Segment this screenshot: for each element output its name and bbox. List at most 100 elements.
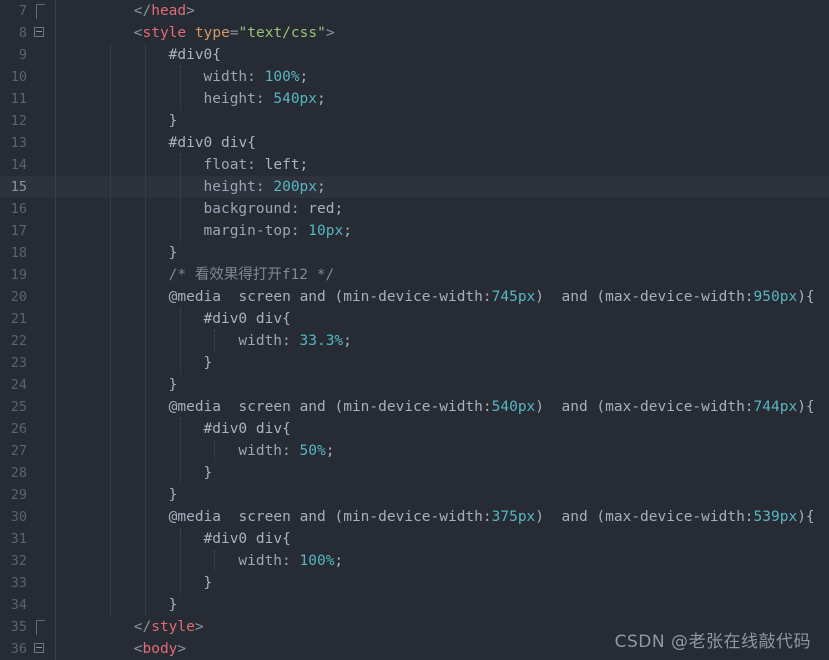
line-number-value: 17 bbox=[10, 223, 27, 239]
code-line[interactable]: 12} bbox=[0, 110, 829, 132]
code-line[interactable]: 9 #div0{ bbox=[0, 44, 829, 66]
token-prop: background: bbox=[203, 201, 309, 217]
code-line[interactable]: 34} bbox=[0, 594, 829, 616]
code-line[interactable]: 10 width: 100%; bbox=[0, 66, 829, 88]
line-number: 33 bbox=[0, 572, 30, 594]
fold-collapse-icon-glyph bbox=[34, 643, 44, 653]
line-number-value: 12 bbox=[10, 113, 27, 129]
line-number: 10 bbox=[0, 66, 30, 88]
line-number: 36 bbox=[0, 638, 30, 660]
code-line[interactable]: 17 margin-top: 10px; bbox=[0, 220, 829, 242]
token-val: 540px bbox=[273, 91, 318, 107]
code-text: } bbox=[64, 374, 829, 396]
fold-collapse-icon[interactable] bbox=[30, 638, 54, 660]
code-text: #div0 div{ bbox=[64, 308, 829, 330]
line-number-value: 9 bbox=[18, 47, 27, 63]
line-number-value: 32 bbox=[10, 553, 27, 569]
code-line[interactable]: 24} bbox=[0, 374, 829, 396]
token-brace: } bbox=[203, 575, 213, 591]
code-line[interactable]: 30 @media screen and (min-device-width:37… bbox=[0, 506, 829, 528]
line-number: 8 bbox=[0, 22, 30, 44]
code-line[interactable]: 15 height: 200px; bbox=[0, 176, 829, 198]
token-punct: </ bbox=[133, 619, 152, 635]
code-text: } bbox=[64, 572, 829, 594]
code-line[interactable]: 8 <style type="text/css"> bbox=[0, 22, 829, 44]
token-sel: #div0 div{ bbox=[168, 135, 256, 151]
line-number: 26 bbox=[0, 418, 30, 440]
line-number: 27 bbox=[0, 440, 30, 462]
line-number: 11 bbox=[0, 88, 30, 110]
token-plain: ; bbox=[343, 223, 352, 239]
code-line[interactable]: 14 float: left; bbox=[0, 154, 829, 176]
code-line[interactable]: 16 background: red; bbox=[0, 198, 829, 220]
token-val: 950px bbox=[753, 289, 798, 305]
token-brace: } bbox=[168, 113, 178, 129]
token-prop: float: bbox=[203, 157, 265, 173]
line-number-value: 10 bbox=[10, 69, 27, 85]
code-line[interactable]: 28} bbox=[0, 462, 829, 484]
code-line[interactable]: 22 width: 33.3%; bbox=[0, 330, 829, 352]
token-prop: margin-top: bbox=[203, 223, 309, 239]
token-punct: > bbox=[194, 619, 204, 635]
code-line[interactable]: 31 #div0 div{ bbox=[0, 528, 829, 550]
token-at: ){ bbox=[797, 399, 815, 415]
token-plain: ; bbox=[299, 69, 309, 85]
token-sel: #div0 div{ bbox=[203, 421, 291, 437]
fold-collapse-icon[interactable] bbox=[30, 22, 54, 44]
code-line[interactable]: 33} bbox=[0, 572, 829, 594]
token-val: 745px bbox=[491, 289, 536, 305]
code-line[interactable]: 29} bbox=[0, 484, 829, 506]
code-line[interactable]: 26 #div0 div{ bbox=[0, 418, 829, 440]
code-text: float: left; bbox=[64, 154, 829, 176]
code-line[interactable]: 27 width: 50%; bbox=[0, 440, 829, 462]
code-editor[interactable]: 7 </head> 8 <style type="text/css"> 9 #div0{1… bbox=[0, 0, 829, 660]
line-number-value: 28 bbox=[10, 465, 27, 481]
token-brace: } bbox=[168, 377, 178, 393]
line-number: 15 bbox=[0, 176, 30, 198]
fold-bracket-icon[interactable] bbox=[30, 0, 54, 22]
code-line[interactable]: 21 #div0 div{ bbox=[0, 308, 829, 330]
line-number-value: 21 bbox=[10, 311, 27, 327]
code-line[interactable]: 7 </head> bbox=[0, 0, 829, 22]
line-number: 18 bbox=[0, 242, 30, 264]
token-val: 539px bbox=[753, 509, 798, 525]
line-number: 25 bbox=[0, 396, 30, 418]
line-number-value: 36 bbox=[10, 641, 27, 657]
code-line[interactable]: 20 @media screen and (min-device-width:74… bbox=[0, 286, 829, 308]
line-number-value: 20 bbox=[10, 289, 27, 305]
line-number-value: 30 bbox=[10, 509, 27, 525]
fold-collapse-icon-glyph bbox=[34, 27, 44, 37]
code-lines-container[interactable]: 7 </head> 8 <style type="text/css"> 9 #div0{1… bbox=[0, 0, 829, 660]
token-at: @media screen and (min-device-width: bbox=[168, 399, 492, 415]
fold-bracket-icon[interactable] bbox=[30, 616, 54, 638]
code-text: #div0 div{ bbox=[64, 528, 829, 550]
code-text: width: 33.3%; bbox=[64, 330, 829, 352]
line-number: 24 bbox=[0, 374, 30, 396]
code-line[interactable]: 11 height: 540px; bbox=[0, 88, 829, 110]
token-val: 744px bbox=[753, 399, 798, 415]
code-line[interactable]: 25 @media screen and (min-device-width:54… bbox=[0, 396, 829, 418]
code-line[interactable]: 13 #div0 div{ bbox=[0, 132, 829, 154]
code-line[interactable]: 18} bbox=[0, 242, 829, 264]
line-number: 13 bbox=[0, 132, 30, 154]
code-line[interactable]: 32 width: 100%; bbox=[0, 550, 829, 572]
code-line[interactable]: 23} bbox=[0, 352, 829, 374]
code-text: </head> bbox=[64, 0, 829, 22]
token-sel: #div0 div{ bbox=[203, 311, 291, 327]
token-at: ){ bbox=[797, 509, 815, 525]
code-line[interactable]: 19 /* 看效果得打开f12 */ bbox=[0, 264, 829, 286]
